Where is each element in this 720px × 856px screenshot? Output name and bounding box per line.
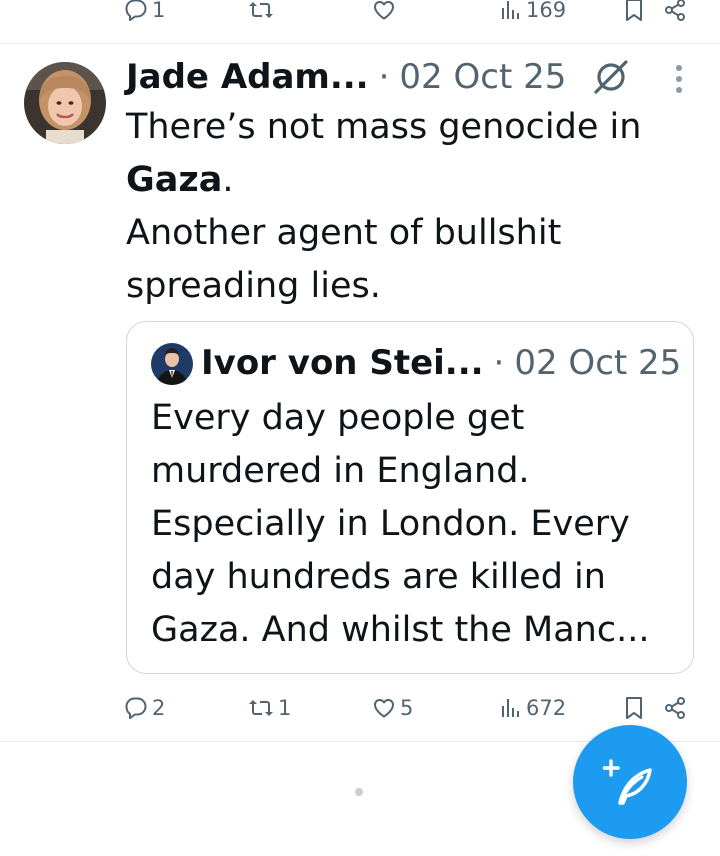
bookmark-button[interactable]	[624, 696, 644, 720]
quote-text: Every day people get murdered in England…	[151, 398, 650, 650]
quote-date: 02 Oct 25	[514, 343, 682, 383]
quote-header: Ivor von Stei... · 02 Oct 25	[201, 338, 681, 388]
tweet-text-line1: There’s not mass genocide in	[126, 107, 642, 147]
quote-separator: ·	[493, 343, 505, 383]
compose-post-icon	[603, 759, 652, 805]
quoted-tweet[interactable]: Ivor von Stei... · 02 Oct 25 Every day p…	[126, 321, 694, 674]
share-icon	[665, 697, 685, 719]
views-button[interactable]: 169	[500, 0, 566, 22]
views-button[interactable]: 672	[500, 696, 566, 720]
tweet-text-period: .	[222, 160, 234, 200]
tweet-text-line3: Another agent of bullshit spreading lies…	[126, 213, 562, 306]
like-icon	[374, 1, 394, 20]
tweet-text: There’s not mass genocide in Gaza. Anoth…	[126, 101, 686, 313]
bookmark-button[interactable]	[624, 0, 644, 22]
bookmark-icon	[626, 697, 642, 719]
loading-indicator-dot	[355, 788, 363, 796]
header-separator: ·	[378, 57, 390, 97]
quote-author-name: Ivor von Stei...	[201, 343, 484, 383]
quote-author-avatar	[151, 343, 193, 385]
hashtag-keyword: Gaza	[126, 160, 223, 200]
reply-icon	[125, 697, 147, 720]
tweet-action-bar: 2 1 5 672	[0, 688, 720, 728]
views-count: 672	[526, 696, 567, 720]
compose-post-button[interactable]	[573, 725, 687, 839]
share-icon	[665, 0, 685, 21]
views-count: 169	[526, 0, 567, 22]
previous-tweet-action-bar: 1 169	[0, 0, 720, 28]
tweet-text-line2: Gaza.	[126, 154, 686, 207]
repost-icon	[249, 700, 273, 716]
like-count: 5	[400, 696, 414, 720]
reply-button[interactable]: 1	[124, 0, 165, 22]
like-icon	[374, 699, 394, 718]
views-icon	[502, 699, 519, 717]
share-button[interactable]	[663, 696, 687, 720]
like-button[interactable]: 5	[372, 696, 413, 720]
repost-count: 1	[278, 696, 292, 720]
author-name[interactable]: Jade Adam...	[126, 57, 369, 97]
reply-count: 1	[152, 0, 166, 22]
repost-icon	[249, 2, 273, 18]
grok-icon[interactable]	[592, 58, 630, 100]
reply-button[interactable]: 2	[124, 696, 165, 720]
views-icon	[502, 1, 519, 19]
repost-button[interactable]: 1	[248, 696, 291, 720]
tweet-divider	[0, 43, 720, 44]
like-button[interactable]	[372, 0, 396, 22]
repost-button[interactable]	[248, 0, 274, 22]
reply-icon	[125, 0, 147, 22]
share-button[interactable]	[663, 0, 687, 22]
tweet-date[interactable]: 02 Oct 25	[399, 57, 566, 97]
reply-count: 2	[152, 696, 166, 720]
more-icon[interactable]	[670, 64, 688, 98]
author-avatar[interactable]	[24, 62, 106, 144]
tweet-header: Jade Adam... · 02 Oct 25	[126, 54, 646, 100]
bookmark-icon	[626, 0, 642, 21]
